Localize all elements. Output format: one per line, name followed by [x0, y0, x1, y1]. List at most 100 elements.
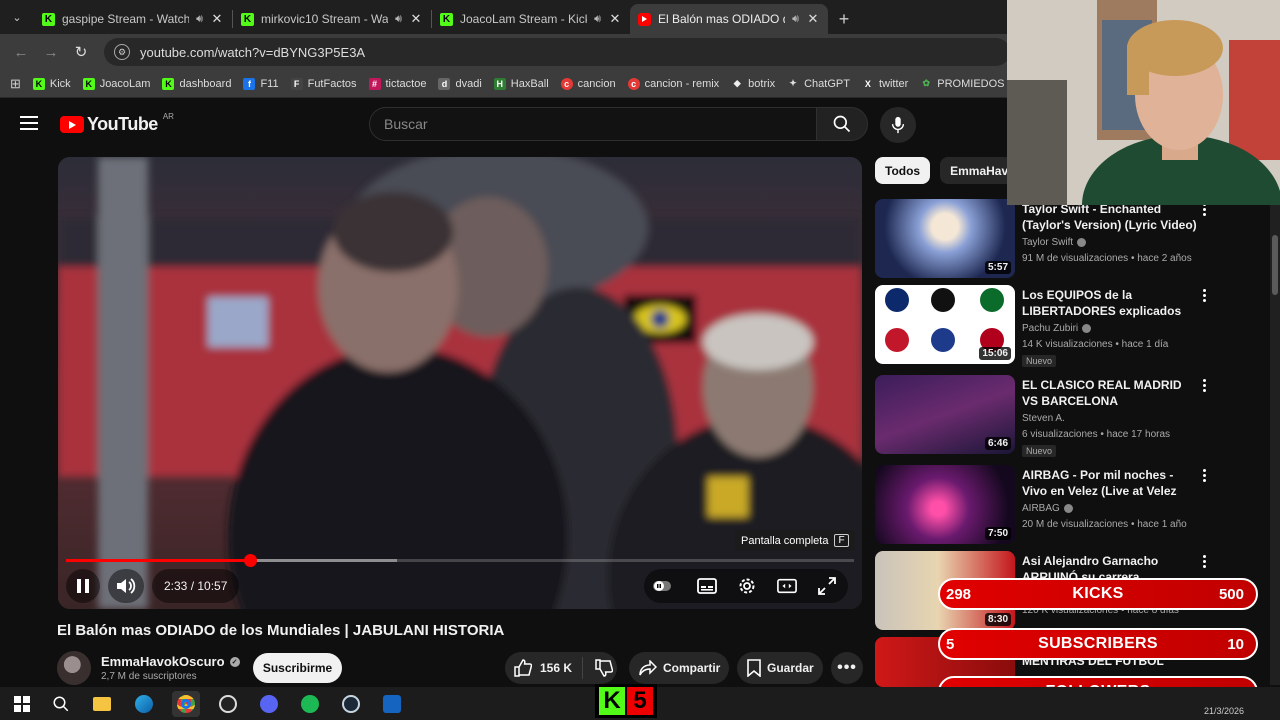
settings-gear-icon[interactable] — [737, 576, 757, 596]
taskbar-search-icon[interactable] — [47, 691, 75, 717]
apps-grid-icon[interactable]: ⊞ — [10, 76, 21, 92]
share-label: Compartir — [663, 661, 721, 675]
more-vertical-icon[interactable] — [1199, 555, 1209, 568]
bookmark-item[interactable]: d dvadi — [438, 77, 482, 90]
rec-title[interactable]: AIRBAG - Por mil noches - Vivo en Velez … — [1022, 467, 1197, 501]
share-button[interactable]: Compartir — [629, 652, 729, 684]
search-button[interactable] — [816, 107, 868, 141]
more-vertical-icon[interactable] — [1199, 289, 1209, 302]
youtube-logo[interactable]: YouTube AR — [60, 112, 174, 135]
bookmark-item[interactable]: F FutFactos — [290, 77, 357, 90]
tab-close-icon[interactable]: ✕ — [806, 11, 820, 27]
obs-icon[interactable] — [214, 691, 242, 717]
browser-tab[interactable]: K gaspipe Stream - Watch Live 🔊︎ ✕ — [34, 4, 232, 34]
fullscreen-icon[interactable] — [817, 576, 837, 596]
bookmark-item[interactable]: H HaxBall — [493, 77, 549, 90]
rec-title[interactable]: EL CLASICO REAL MADRID VS BARCELONA — [1022, 377, 1197, 409]
voice-search-button[interactable] — [880, 107, 916, 143]
rec-title[interactable]: Taylor Swift - Enchanted (Taylor's Versi… — [1022, 201, 1197, 233]
speaker-icon[interactable]: 🔊︎ — [792, 13, 799, 26]
browser-tab-active[interactable]: El Balón mas ODIADO de lo 🔊︎ ✕ — [630, 4, 828, 34]
url-field[interactable]: ⚙ youtube.com/watch?v=dBYNG3P5E3A — [104, 38, 1010, 66]
channel-avatar[interactable] — [57, 651, 91, 685]
reload-icon[interactable]: ↻ — [68, 39, 94, 65]
bookmark-item[interactable]: c cancion - remix — [627, 77, 719, 90]
progress-bar[interactable] — [66, 554, 854, 567]
bookmark-item[interactable]: K Kick — [32, 77, 71, 90]
more-vertical-icon[interactable] — [1199, 469, 1209, 482]
tab-title: El Balón mas ODIADO de lo — [658, 12, 785, 26]
bookmark-item[interactable]: ✦ ChatGPT — [787, 78, 850, 90]
browser-tab[interactable]: K mirkovic10 Stream - Watch 🔊︎ ✕ — [233, 4, 431, 34]
volume-button[interactable] — [108, 569, 144, 603]
new-tab-button[interactable]: + — [828, 4, 860, 34]
autoplay-toggle-icon[interactable] — [652, 576, 672, 596]
browser-tab[interactable]: K JoacoLam Stream - Kick Da 🔊︎ ✕ — [432, 4, 630, 34]
back-arrow-icon[interactable]: ← — [8, 39, 34, 65]
rec-channel[interactable]: AIRBAG — [1022, 503, 1060, 514]
rec-channel[interactable]: Steven A. — [1022, 413, 1065, 424]
video-thumbnail[interactable]: 5:57 — [875, 199, 1015, 278]
video-thumbnail[interactable]: 15:06 — [875, 285, 1015, 364]
save-button[interactable]: Guardar — [737, 652, 823, 684]
dislike-button[interactable] — [589, 659, 613, 677]
tab-close-icon[interactable]: ✕ — [210, 11, 224, 27]
app-icon[interactable] — [378, 691, 406, 717]
discord-icon[interactable] — [255, 691, 283, 717]
steam-icon[interactable] — [337, 691, 365, 717]
like-button[interactable]: 156 K — [505, 657, 583, 679]
spotify-icon[interactable] — [296, 691, 324, 717]
recommendation-item[interactable]: 7:50 AIRBAG - Por mil noches - Vivo en V… — [875, 465, 1215, 547]
bookmark-item[interactable]: # tictactoe — [368, 77, 426, 90]
address-toolbar: ← → ↻ ⚙ youtube.com/watch?v=dBYNG3P5E3A — [0, 34, 1010, 70]
more-actions-button[interactable]: ••• — [831, 652, 863, 684]
channel-name[interactable]: EmmaHavokOscuro — [101, 654, 225, 669]
bookmark-favicon-icon: ✦ — [789, 78, 797, 88]
bookmark-item[interactable]: ◆ botrix — [731, 78, 775, 90]
rec-title[interactable]: Los EQUIPOS de la LIBERTADORES explicado… — [1022, 287, 1197, 321]
kicks-goal-bar: 298 KICKS 500 — [938, 578, 1258, 610]
forward-arrow-icon[interactable]: → — [38, 39, 64, 65]
chip-todos[interactable]: Todos — [875, 157, 931, 184]
bookmark-item[interactable]: f F11 — [243, 77, 279, 90]
tab-close-icon[interactable]: ✕ — [608, 11, 622, 27]
youtube-play-icon — [60, 116, 84, 133]
time-display: 2:33 / 10:57 — [152, 569, 240, 603]
speaker-icon[interactable]: 🔊︎ — [395, 13, 402, 26]
scrubber-handle[interactable] — [243, 554, 257, 567]
recommendation-item[interactable]: 15:06 Los EQUIPOS de la LIBERTADORES exp… — [875, 285, 1215, 367]
menu-icon[interactable] — [20, 116, 38, 134]
subscribe-button[interactable]: Suscribirme — [253, 653, 342, 683]
rec-channel[interactable]: Taylor Swift — [1022, 237, 1073, 248]
tab-close-icon[interactable]: ✕ — [409, 11, 423, 27]
chrome-icon[interactable] — [172, 691, 200, 717]
bookmark-label: ChatGPT — [804, 77, 850, 90]
recommendation-item[interactable]: 5:57 Taylor Swift - Enchanted (Taylor's … — [875, 199, 1215, 281]
bookmark-favicon-icon: X — [864, 78, 871, 89]
edge-browser-icon[interactable] — [130, 691, 158, 717]
rec-channel[interactable]: Pachu Zubiri — [1022, 323, 1078, 334]
speaker-icon[interactable]: 🔊︎ — [196, 13, 203, 26]
page-scrollbar[interactable] — [1270, 205, 1280, 685]
video-thumbnail[interactable]: 7:50 — [875, 465, 1015, 544]
tab-search-button[interactable]: ⌄ — [0, 0, 34, 34]
subtitles-icon[interactable] — [697, 576, 717, 596]
video-thumbnail[interactable]: 6:46 — [875, 375, 1015, 454]
bookmark-item[interactable]: Xtwitter — [862, 78, 908, 90]
bookmark-item[interactable]: ✿ PROMIEDOS — [920, 78, 1005, 90]
theater-mode-icon[interactable] — [777, 576, 797, 596]
bookmark-save-icon — [747, 659, 761, 677]
search-input[interactable]: Buscar — [369, 107, 817, 141]
speaker-icon[interactable]: 🔊︎ — [594, 13, 601, 26]
pause-button[interactable] — [66, 569, 100, 603]
bookmark-label: dashboard — [179, 77, 232, 90]
file-explorer-icon[interactable] — [88, 691, 116, 717]
recommendation-item[interactable]: 6:46 EL CLASICO REAL MADRID VS BARCELONA… — [875, 375, 1215, 457]
bookmark-item[interactable]: K JoacoLam — [82, 77, 150, 90]
more-vertical-icon[interactable] — [1199, 379, 1209, 392]
bookmark-item[interactable]: c cancion — [560, 77, 616, 90]
verified-check-icon — [1077, 238, 1087, 247]
site-info-icon[interactable]: ⚙ — [114, 44, 130, 60]
windows-start-icon[interactable] — [8, 691, 36, 717]
bookmark-item[interactable]: Kdashboard — [162, 77, 232, 90]
